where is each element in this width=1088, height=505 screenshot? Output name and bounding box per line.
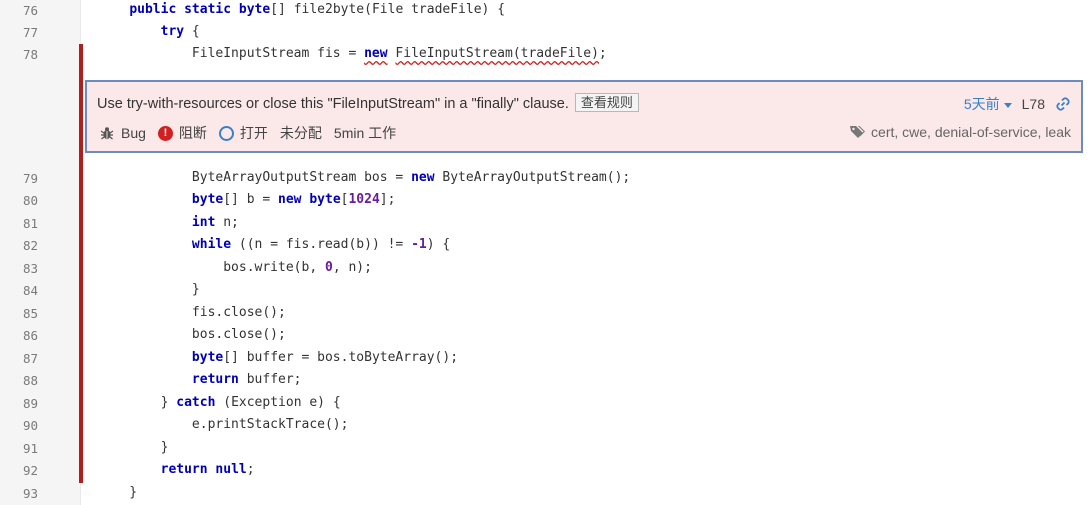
line-number[interactable]: 87	[0, 351, 38, 366]
code-text: }	[98, 440, 169, 455]
link-icon[interactable]	[1055, 96, 1071, 112]
issue-box[interactable]: Use try-with-resources or close this "Fi…	[85, 80, 1083, 153]
code-text: bos.write(b, 0, n);	[98, 260, 372, 275]
issue-meta-row: Bug ! 阻断 打开 未分配 5min 工作	[99, 123, 408, 143]
view-rule-button[interactable]: 查看规则	[574, 93, 639, 112]
line-number[interactable]: 90	[0, 418, 38, 433]
line-number[interactable]: 83	[0, 261, 38, 276]
issue-right-info: 5天前 L78	[964, 94, 1071, 114]
code-text: public static byte[] file2byte(File trad…	[129, 2, 506, 17]
code-line: 86 bos.close();	[0, 325, 1088, 347]
code-text: byte[] buffer = bos.toByteArray();	[191, 350, 459, 365]
line-number[interactable]: 84	[0, 283, 38, 298]
issue-status-label: 打开	[239, 125, 268, 141]
code-text: return buffer;	[191, 372, 302, 387]
issue-type-label: Bug	[121, 125, 146, 141]
code-line: 83 bos.write(b, 0, n);	[0, 258, 1088, 280]
issue-message-row: Use try-with-resources or close this "Fi…	[97, 93, 639, 113]
code-line: 82 while ((n = fis.read(b)) != -1) {	[0, 235, 1088, 257]
line-number[interactable]: 79	[0, 171, 38, 186]
code-text: try {	[160, 24, 200, 39]
issue-severity[interactable]: ! 阻断	[157, 123, 207, 143]
line-number[interactable]: 78	[0, 47, 38, 62]
code-line: 93 }	[0, 483, 1088, 505]
issue-tags[interactable]: cert, cwe, denial-of-service, leak	[849, 124, 1071, 140]
code-text: return null;	[160, 462, 255, 477]
code-line: 85 fis.close();	[0, 303, 1088, 325]
code-line: 91 }	[0, 438, 1088, 460]
line-number[interactable]: 88	[0, 373, 38, 388]
issue-age[interactable]: 5天前	[964, 94, 1000, 114]
line-number[interactable]: 76	[0, 3, 38, 18]
code-text: } catch (Exception e) {	[98, 395, 341, 410]
issue-type[interactable]: Bug	[99, 125, 146, 141]
issue-line-ref[interactable]: L78	[1022, 96, 1045, 112]
issue-severity-label: 阻断	[178, 125, 207, 141]
open-circle-icon	[218, 125, 234, 141]
code-text: e.printStackTrace();	[98, 417, 349, 432]
code-line: 87 byte[] buffer = bos.toByteArray();	[0, 348, 1088, 370]
line-number[interactable]: 85	[0, 306, 38, 321]
code-text: }	[98, 485, 138, 500]
line-number[interactable]: 92	[0, 463, 38, 478]
code-line: 80 byte[] b = new byte[1024];	[0, 190, 1088, 212]
code-text: FileInputStream fis = new FileInputStrea…	[98, 46, 607, 61]
issue-message[interactable]: Use try-with-resources or close this "Fi…	[97, 96, 569, 112]
code-text: while ((n = fis.read(b)) != -1) {	[191, 237, 451, 252]
code-text: int n;	[191, 215, 239, 230]
line-number[interactable]: 89	[0, 396, 38, 411]
code-text: bos.close();	[98, 327, 286, 342]
issue-effort[interactable]: 5min 工作	[334, 123, 396, 143]
code-line: 77 try {	[0, 22, 1088, 44]
line-number[interactable]: 93	[0, 486, 38, 501]
issue-status[interactable]: 打开	[218, 123, 268, 143]
code-line: 79 ByteArrayOutputStream bos = new ByteA…	[0, 168, 1088, 190]
caret-down-icon[interactable]	[1003, 102, 1012, 108]
line-number[interactable]: 86	[0, 328, 38, 343]
code-text: fis.close();	[98, 305, 286, 320]
code-line: 89 } catch (Exception e) {	[0, 393, 1088, 415]
code-line: 88 return buffer;	[0, 370, 1088, 392]
code-text: byte[] b = new byte[1024];	[191, 192, 396, 207]
code-line: 76 public static byte[] file2byte(File t…	[0, 0, 1088, 22]
code-line: 84 }	[0, 280, 1088, 302]
code-text: }	[98, 282, 200, 297]
blocker-icon: !	[157, 125, 173, 141]
tag-icon	[850, 126, 866, 138]
code-line: 81 int n;	[0, 213, 1088, 235]
code-line: 92 return null;	[0, 460, 1088, 482]
code-line: 90 e.printStackTrace();	[0, 415, 1088, 437]
code-line: 78 FileInputStream fis = new FileInputSt…	[0, 44, 1088, 66]
line-number[interactable]: 81	[0, 216, 38, 231]
bug-icon	[100, 127, 114, 140]
issue-tags-label: cert, cwe, denial-of-service, leak	[871, 124, 1071, 140]
line-number[interactable]: 77	[0, 25, 38, 40]
code-text: ByteArrayOutputStream bos = new ByteArra…	[98, 170, 631, 185]
line-number[interactable]: 91	[0, 441, 38, 456]
issue-assignee[interactable]: 未分配	[280, 123, 322, 143]
line-number[interactable]: 80	[0, 193, 38, 208]
line-number[interactable]: 82	[0, 238, 38, 253]
